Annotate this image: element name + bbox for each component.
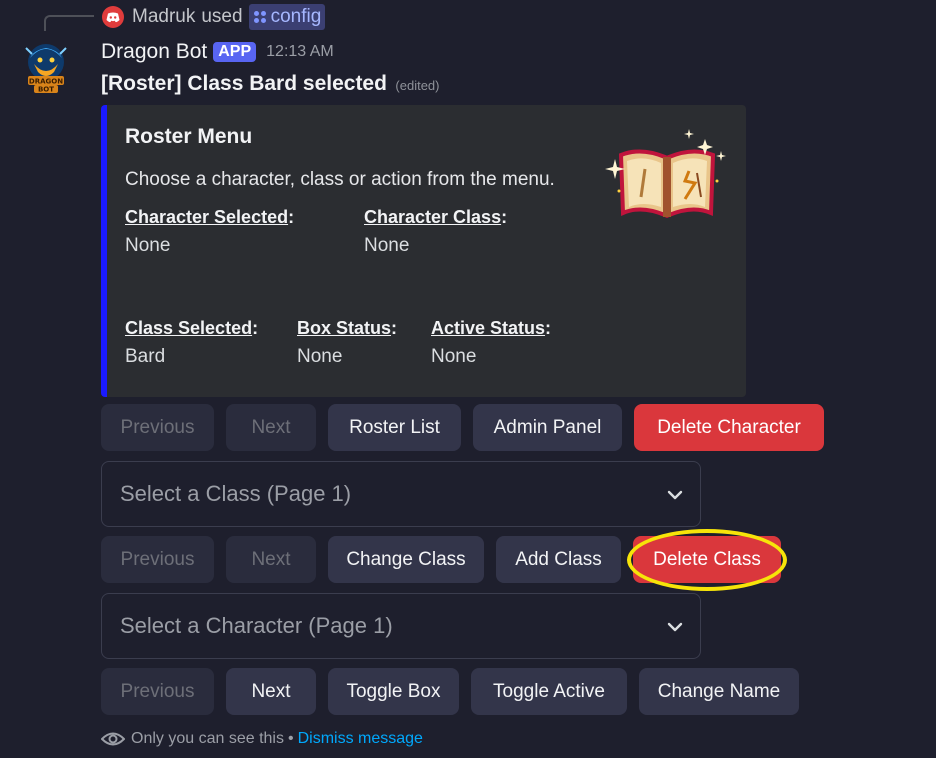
field-box-status: Box Status: None bbox=[297, 318, 397, 368]
message-title: [Roster] Class Bard selected bbox=[101, 72, 387, 95]
command-icon bbox=[253, 10, 267, 24]
roster-list-button[interactable]: Roster List bbox=[328, 404, 461, 451]
field-character-selected: Character Selected: None bbox=[125, 207, 294, 257]
message-timestamp[interactable]: 12:13 AM bbox=[266, 43, 334, 61]
svg-text:DRAGON: DRAGON bbox=[29, 78, 63, 86]
field-colon: : bbox=[545, 318, 552, 338]
reply-content[interactable]: Madruk used config bbox=[102, 4, 326, 30]
edited-label: (edited) bbox=[395, 78, 440, 93]
reply-connector bbox=[44, 15, 94, 31]
admin-panel-button[interactable]: Admin Panel bbox=[473, 404, 622, 451]
field-name: Character Class bbox=[364, 207, 502, 227]
field-value: None bbox=[364, 235, 410, 256]
reply-used-text: used bbox=[201, 6, 243, 27]
message-content: [Roster] Class Bard selected (edited) bbox=[101, 72, 439, 96]
dismiss-message-link[interactable]: Dismiss message bbox=[298, 730, 423, 748]
previous-button[interactable]: Previous bbox=[101, 536, 214, 583]
svg-text:BOT: BOT bbox=[38, 86, 54, 94]
toggle-active-button[interactable]: Toggle Active bbox=[471, 668, 627, 715]
footer-separator: • bbox=[287, 730, 294, 747]
embed-description: Choose a character, class or action from… bbox=[125, 169, 555, 190]
next-button[interactable]: Next bbox=[226, 404, 316, 451]
class-select-placeholder: Select a Class (Page 1) bbox=[120, 481, 352, 506]
command-name: config bbox=[270, 6, 322, 27]
previous-button[interactable]: Previous bbox=[101, 404, 214, 451]
previous-button[interactable]: Previous bbox=[101, 668, 214, 715]
field-active-status: Active Status: None bbox=[431, 318, 551, 368]
slash-command-mention[interactable]: config bbox=[248, 4, 326, 30]
delete-class-button[interactable]: Delete Class bbox=[633, 536, 781, 583]
character-select-placeholder: Select a Character (Page 1) bbox=[120, 613, 393, 638]
field-colon: : bbox=[391, 318, 398, 338]
add-class-button[interactable]: Add Class bbox=[496, 536, 621, 583]
field-colon: : bbox=[501, 207, 508, 227]
character-select-dropdown[interactable]: Select a Character (Page 1) bbox=[101, 593, 701, 659]
class-select-dropdown[interactable]: Select a Class (Page 1) bbox=[101, 461, 701, 527]
discord-logo-icon bbox=[102, 6, 124, 28]
field-name: Character Selected bbox=[125, 207, 289, 227]
avatar[interactable]: DRAGON BOT bbox=[20, 38, 72, 98]
roster-embed: Roster Menu Choose a character, class or… bbox=[101, 105, 746, 397]
field-character-class: Character Class: None bbox=[364, 207, 507, 257]
field-colon: : bbox=[288, 207, 295, 227]
field-value: None bbox=[431, 346, 477, 367]
next-button[interactable]: Next bbox=[226, 536, 316, 583]
embed-title: Roster Menu bbox=[125, 125, 253, 148]
toggle-box-button[interactable]: Toggle Box bbox=[328, 668, 459, 715]
field-class-selected: Class Selected: Bard bbox=[125, 318, 258, 368]
app-badge: APP bbox=[213, 42, 257, 62]
field-name: Class Selected bbox=[125, 318, 253, 338]
bot-name[interactable]: Dragon Bot bbox=[101, 40, 207, 64]
change-name-button[interactable]: Change Name bbox=[639, 668, 799, 715]
delete-character-button[interactable]: Delete Character bbox=[634, 404, 824, 451]
ephemeral-footer: Only you can see this • Dismiss message bbox=[101, 730, 423, 748]
field-value: None bbox=[125, 235, 171, 256]
next-button[interactable]: Next bbox=[226, 668, 316, 715]
chevron-down-icon bbox=[667, 490, 683, 500]
message-header: Dragon Bot APP 12:13 AM bbox=[101, 40, 334, 64]
reply-username[interactable]: Madruk bbox=[132, 6, 195, 28]
field-value: None bbox=[297, 346, 343, 367]
field-value: Bard bbox=[125, 346, 166, 367]
eye-icon bbox=[101, 732, 125, 746]
chevron-down-icon bbox=[667, 622, 683, 632]
spellbook-thumbnail[interactable] bbox=[605, 121, 729, 221]
field-colon: : bbox=[252, 318, 259, 338]
visibility-text: Only you can see this bbox=[131, 730, 284, 747]
field-name: Active Status bbox=[431, 318, 546, 338]
change-class-button[interactable]: Change Class bbox=[328, 536, 484, 583]
field-name: Box Status bbox=[297, 318, 392, 338]
